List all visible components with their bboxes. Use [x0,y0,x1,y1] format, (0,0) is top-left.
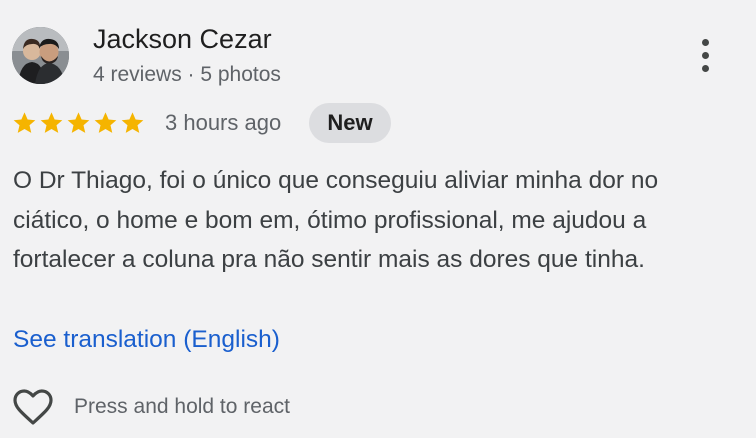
react-button[interactable]: Press and hold to react [12,385,290,429]
star-icon [94,112,117,133]
author-meta: 4 reviews · 5 photos [93,63,281,86]
review-text: O Dr Thiago, foi o único que conseguiu a… [13,167,659,273]
more-vert-icon [701,38,709,72]
new-badge: New [309,103,391,143]
author-name[interactable]: Jackson Cezar [93,22,272,56]
more-options-button[interactable] [690,34,720,76]
review-time: 3 hours ago [165,110,282,135]
star-icon [40,112,63,133]
heart-icon [13,389,53,425]
react-label: Press and hold to react [74,395,290,418]
star-rating [12,109,145,137]
star-icon [67,112,90,133]
avatar[interactable] [12,27,69,84]
star-icon [13,112,36,133]
star-icon [121,112,144,133]
see-translation-link[interactable]: See translation (English) [13,320,280,360]
review-card: Jackson Cezar 4 reviews · 5 photos 3 hou… [0,0,756,438]
